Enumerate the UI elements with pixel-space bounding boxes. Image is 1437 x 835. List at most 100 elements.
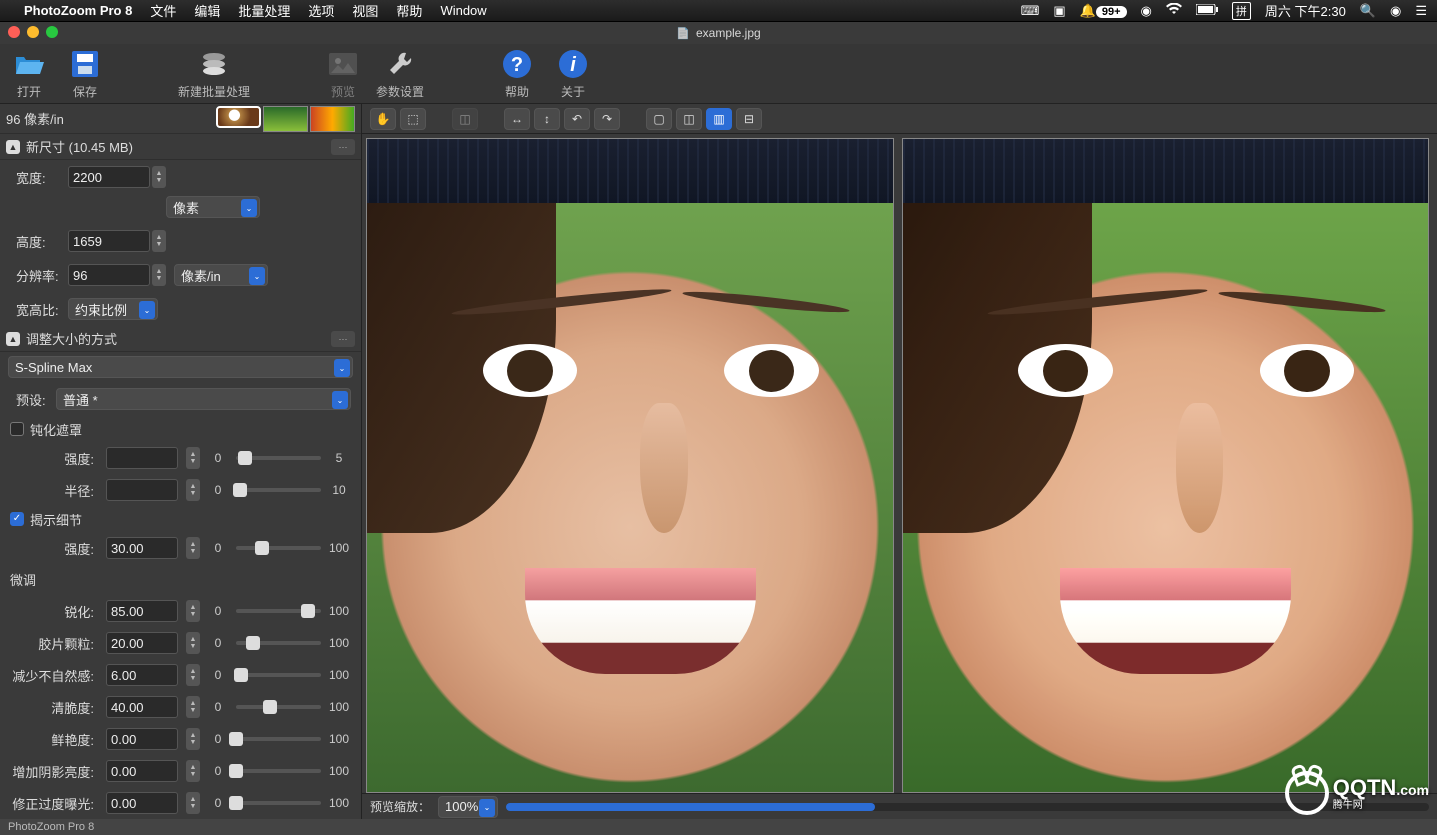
unsharp-radius-slider[interactable] [236,488,321,492]
preferences-button[interactable]: 参数设置 [376,47,424,100]
size-unit-select[interactable]: 像素⌄ [166,196,260,218]
battery-icon[interactable] [1196,3,1218,18]
display-icon[interactable]: ▣ [1053,3,1065,19]
reveal-detail-checkbox[interactable]: ✓ [10,512,24,526]
stepper[interactable]: ▲▼ [186,664,200,686]
stepper[interactable]: ▲▼ [186,792,200,814]
flip-h-button[interactable]: ↔ [504,108,530,130]
resolution-unit-select[interactable]: 像素/in⌄ [174,264,268,286]
notification-icon[interactable]: 🔔99+ [1080,3,1127,19]
marquee-tool-button[interactable]: ⬚ [400,108,426,130]
open-button[interactable]: 打开 [6,47,52,100]
stepper[interactable]: ▲▼ [186,728,200,750]
clock[interactable]: 周六 下午2:30 [1265,1,1346,20]
new-size-header[interactable]: ▲ 新尺寸 (10.45 MB) ⋯ [0,134,361,160]
crisp-slider[interactable] [236,705,321,709]
height-stepper[interactable]: ▲▼ [152,230,166,252]
ime-icon[interactable]: 拼 [1232,2,1251,20]
exposure-input[interactable] [106,792,178,814]
reveal-strength-label: 强度: [10,539,100,558]
menu-help[interactable]: 帮助 [396,1,422,20]
thumbnail-3[interactable] [310,106,355,132]
shadow-input[interactable] [106,760,178,782]
mac-menubar: PhotoZoom Pro 8 文件 编辑 批量处理 选项 视图 帮助 Wind… [0,0,1437,22]
rotate-ccw-button[interactable]: ↶ [564,108,590,130]
unsharp-strength-input[interactable] [106,447,178,469]
stepper[interactable]: ▲▼ [186,479,200,501]
menu-options[interactable]: 选项 [308,1,334,20]
artifact-slider[interactable] [236,673,321,677]
menu-view[interactable]: 视图 [352,1,378,20]
aspect-select[interactable]: 约束比例⌄ [68,298,158,320]
exposure-slider[interactable] [236,801,321,805]
svg-text:i: i [570,54,576,76]
sharpen-slider[interactable] [236,609,321,613]
control-center-icon[interactable]: ☰ [1415,3,1427,19]
reveal-strength-slider[interactable] [236,546,321,550]
save-button[interactable]: 保存 [62,47,108,100]
menu-edit[interactable]: 编辑 [194,1,220,20]
unsharp-radius-input[interactable] [106,479,178,501]
menubar-app-name[interactable]: PhotoZoom Pro 8 [24,3,132,18]
wifi-icon[interactable] [1166,3,1182,18]
height-input[interactable] [68,230,150,252]
hand-tool-button[interactable]: ✋ [370,108,396,130]
grain-slider[interactable] [236,641,321,645]
layout-split-v-button[interactable]: ⊟ [736,108,762,130]
unsharp-strength-slider[interactable] [236,456,321,460]
crisp-input[interactable] [106,696,178,718]
sync-icon[interactable]: ◉ [1141,3,1152,19]
vivid-slider[interactable] [236,737,321,741]
rotate-cw-button[interactable]: ↷ [594,108,620,130]
result-pane[interactable] [902,138,1430,793]
preset-select[interactable]: 普通 *⌄ [56,388,351,410]
exposure-label: 修正过度曝光: [10,794,100,813]
menu-file[interactable]: 文件 [150,1,176,20]
width-input[interactable] [68,166,150,188]
minimize-button[interactable] [27,26,39,38]
close-button[interactable] [8,26,20,38]
menu-window[interactable]: Window [440,3,486,18]
layout-single-button[interactable]: ▢ [646,108,672,130]
resolution-input[interactable] [68,264,150,286]
resize-method-header[interactable]: ▲ 调整大小的方式 ⋯ [0,326,361,352]
zoom-select[interactable]: 100%⌄ [438,796,498,818]
original-pane[interactable] [366,138,894,793]
stepper[interactable]: ▲▼ [186,447,200,469]
thumbnail-2[interactable] [263,106,308,132]
thumbnail-1[interactable] [216,106,261,128]
help-button[interactable]: ? 帮助 [494,47,540,100]
aspect-label: 宽高比: [16,300,68,319]
keyboard-icon[interactable]: ⌨ [1021,3,1040,19]
layout-side-by-side-button[interactable]: ▥ [706,108,732,130]
about-button[interactable]: i 关于 [550,47,596,100]
siri-icon[interactable]: ◉ [1390,3,1401,19]
stepper[interactable]: ▲▼ [186,696,200,718]
menu-batch[interactable]: 批量处理 [238,1,290,20]
layout-split-h-button[interactable]: ◫ [676,108,702,130]
section-options-button[interactable]: ⋯ [331,139,355,155]
stepper[interactable]: ▲▼ [186,632,200,654]
resolution-stepper[interactable]: ▲▼ [152,264,166,286]
zoom-button[interactable] [46,26,58,38]
vivid-input[interactable] [106,728,178,750]
reveal-strength-input[interactable] [106,537,178,559]
grain-input[interactable] [106,632,178,654]
width-stepper[interactable]: ▲▼ [152,166,166,188]
unsharp-mask-checkbox[interactable] [10,422,24,436]
artifact-input[interactable] [106,664,178,686]
method-select[interactable]: S-Spline Max⌄ [8,356,353,378]
spotlight-icon[interactable]: 🔍 [1360,3,1376,19]
system-tray: ⌨ ▣ 🔔99+ ◉ 拼 周六 下午2:30 🔍 ◉ ☰ [1021,1,1427,20]
sharpen-input[interactable] [106,600,178,622]
section-options-button[interactable]: ⋯ [331,331,355,347]
new-batch-button[interactable]: 新建批量处理 [178,47,250,100]
preview-button[interactable]: 预览 [320,47,366,100]
crop-tool-button[interactable]: ◫ [452,108,478,130]
stepper[interactable]: ▲▼ [186,600,200,622]
stepper[interactable]: ▲▼ [186,760,200,782]
shadow-slider[interactable] [236,769,321,773]
flip-v-button[interactable]: ↕ [534,108,560,130]
preview-bar: 预览缩放： 100%⌄ [362,793,1437,819]
stepper[interactable]: ▲▼ [186,537,200,559]
